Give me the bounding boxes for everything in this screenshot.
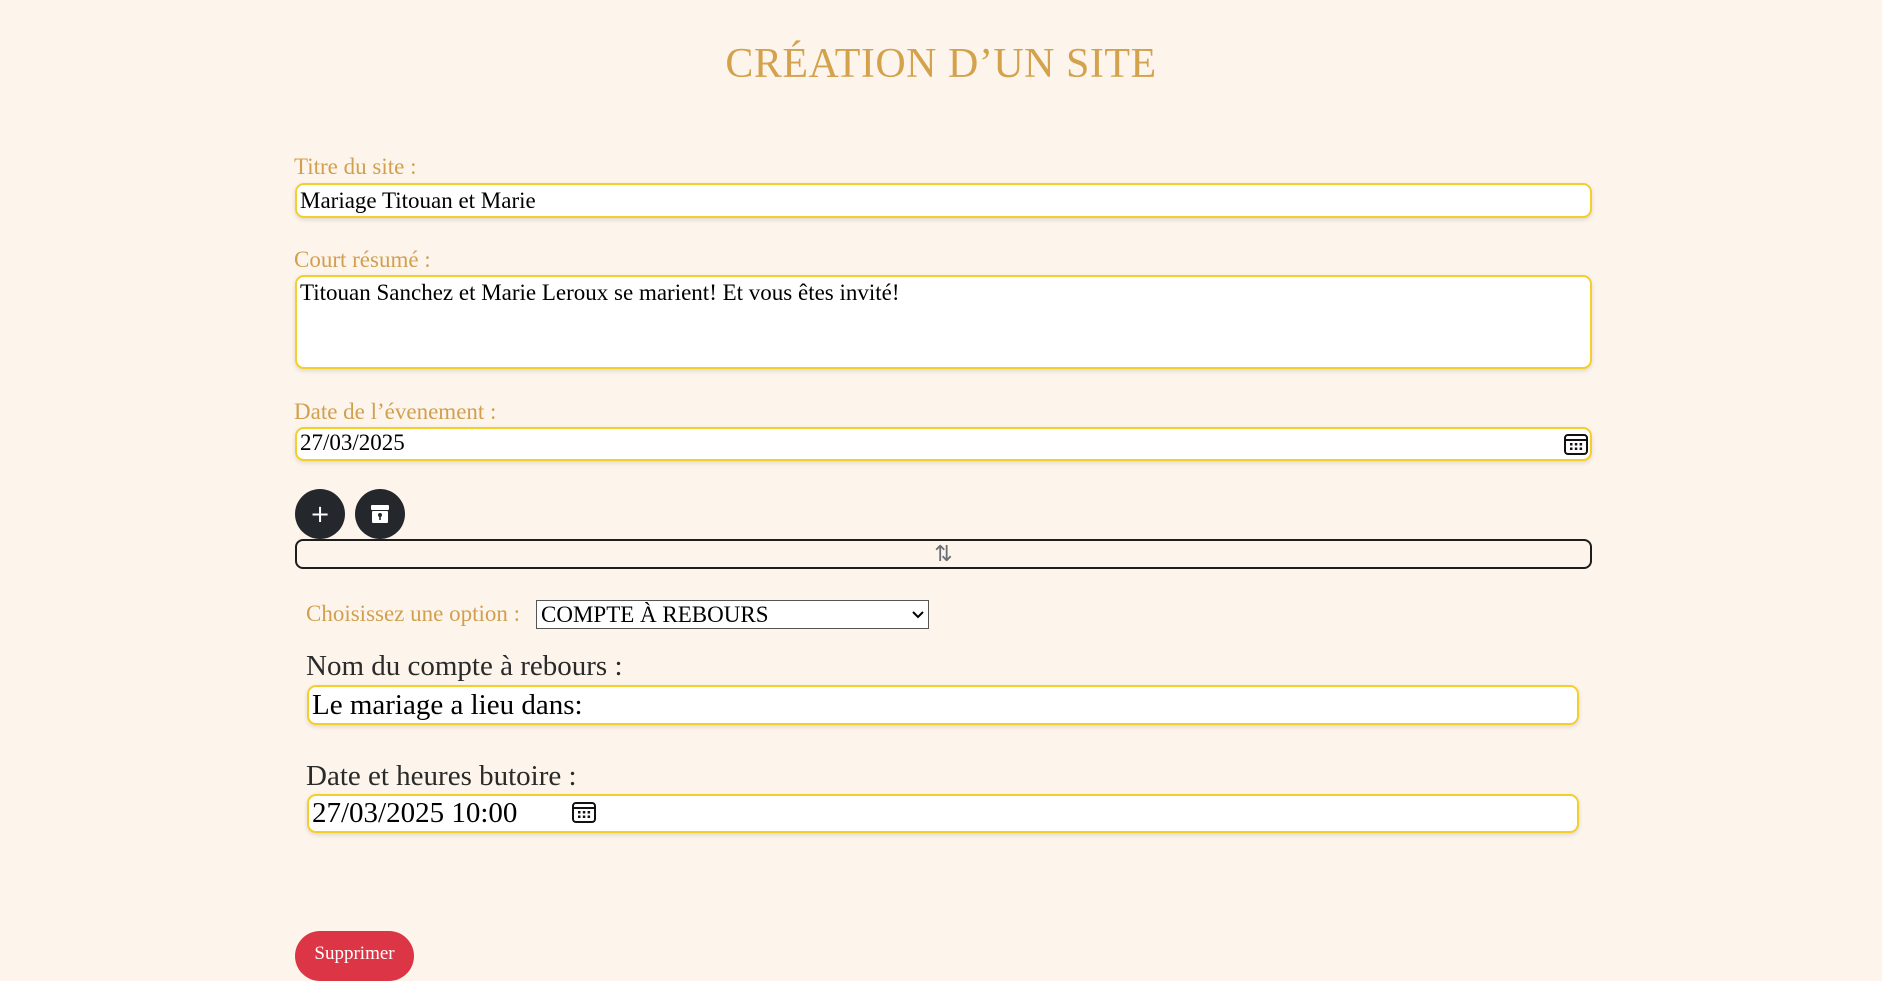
event-date-label: Date de l’évenement : — [294, 399, 497, 424]
site-title-label: Titre du site : — [294, 154, 417, 179]
add-module-button[interactable]: + — [295, 489, 345, 539]
summary-textarea[interactable]: Titouan Sanchez et Marie Leroux se marie… — [295, 275, 1592, 369]
up-down-arrows-icon: ⇅ — [934, 541, 953, 567]
calendar-icon[interactable] — [1563, 432, 1589, 456]
plus-icon: + — [309, 500, 331, 528]
deadline-label: Date et heures butoire : — [306, 760, 577, 792]
option-selected-value: COMPTE À REBOURS — [541, 601, 769, 627]
site-title-input[interactable] — [295, 183, 1592, 218]
countdown-name-label: Nom du compte à rebours : — [306, 650, 623, 682]
countdown-name-input[interactable] — [307, 685, 1579, 725]
option-select[interactable]: COMPTE À REBOURS — [536, 600, 929, 629]
archive-button[interactable] — [355, 489, 405, 539]
option-label: Choisissez une option : — [306, 601, 521, 626]
deadline-value: 27/03/2025 10:00 — [312, 797, 518, 829]
calendar-icon[interactable] — [571, 800, 597, 824]
summary-label: Court résumé : — [294, 247, 431, 272]
delete-button[interactable]: Supprimer — [295, 931, 414, 981]
reorder-bar[interactable]: ⇅ — [295, 539, 1592, 569]
archive-box-icon — [371, 505, 389, 523]
deadline-input[interactable]: 27/03/2025 10:00 — [307, 794, 1579, 833]
event-date-value: 27/03/2025 — [300, 430, 405, 455]
chevron-down-icon — [912, 610, 924, 618]
event-date-input[interactable]: 27/03/2025 — [295, 427, 1592, 461]
page-title: CRÉATION D’UN SITE — [725, 41, 1157, 87]
